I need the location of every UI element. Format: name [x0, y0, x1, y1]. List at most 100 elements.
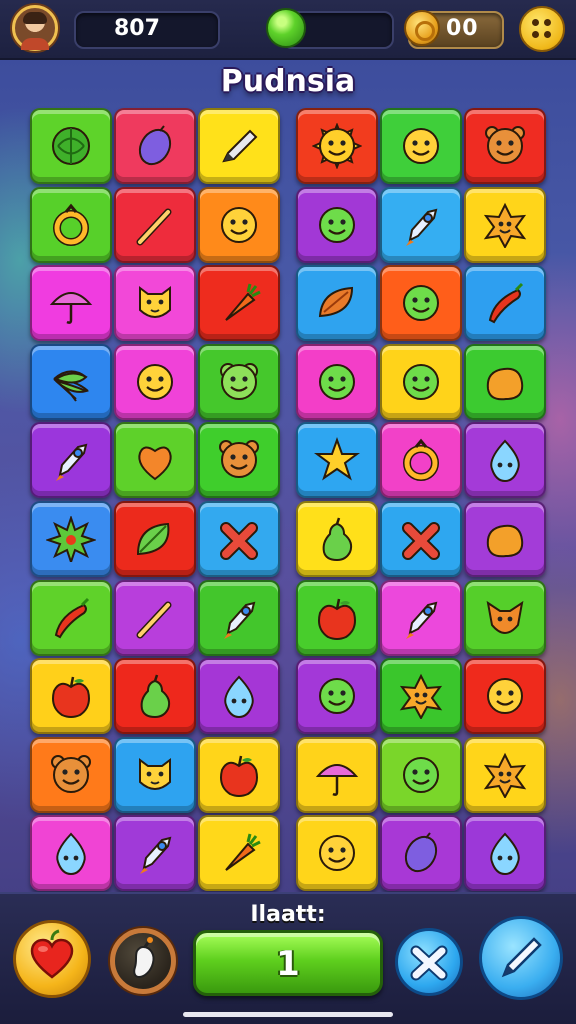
board-tile[interactable] [198, 815, 280, 891]
menu-dot-icon [532, 19, 539, 26]
ring-icon [46, 202, 96, 248]
board-tile[interactable] [464, 815, 546, 891]
moves-counter-button[interactable]: 1 [193, 930, 383, 996]
board-tile[interactable] [30, 580, 112, 656]
board-tile[interactable] [30, 658, 112, 734]
score-value: 807 [114, 16, 160, 41]
pencil-icon [501, 937, 542, 978]
board-tile[interactable] [114, 501, 196, 577]
board-tile[interactable] [296, 108, 378, 184]
board-tile[interactable] [380, 658, 462, 734]
cat-face-icon [130, 280, 180, 326]
board-tile[interactable] [464, 737, 546, 813]
board-tile[interactable] [114, 815, 196, 891]
board-tile[interactable] [296, 265, 378, 341]
board-tile[interactable] [114, 344, 196, 420]
board-tile[interactable] [380, 737, 462, 813]
board-tile[interactable] [380, 265, 462, 341]
board-tile[interactable] [198, 501, 280, 577]
ring-icon [396, 437, 446, 483]
board-tile[interactable] [30, 422, 112, 498]
drop-face-icon [214, 673, 264, 719]
coin-icon [404, 10, 440, 46]
menu-button[interactable] [519, 6, 565, 52]
board-tile[interactable] [30, 344, 112, 420]
smiley-icon [312, 830, 362, 876]
board-tile[interactable] [296, 737, 378, 813]
melon-icon [46, 123, 96, 169]
board-tile[interactable] [114, 422, 196, 498]
board-tile[interactable] [114, 187, 196, 263]
board-tile[interactable] [464, 501, 546, 577]
menu-dot-icon [544, 31, 551, 38]
star-face-icon [480, 202, 530, 248]
moves-count: 1 [276, 944, 300, 984]
board-tile[interactable] [114, 108, 196, 184]
board-tile[interactable] [296, 580, 378, 656]
umbrella-icon [312, 752, 362, 798]
board-tile[interactable] [380, 501, 462, 577]
player-avatar[interactable] [12, 5, 58, 51]
blob-face-icon [396, 280, 446, 326]
bear-icon [214, 437, 264, 483]
board-tile[interactable] [30, 108, 112, 184]
board-tile[interactable] [198, 580, 280, 656]
board-tile[interactable] [296, 344, 378, 420]
board-tile[interactable] [296, 658, 378, 734]
chili-icon [46, 595, 96, 641]
heart-booster-button[interactable] [13, 920, 91, 998]
board-tile[interactable] [198, 187, 280, 263]
green-orb-icon [266, 8, 306, 48]
board-tile[interactable] [380, 422, 462, 498]
cross-icon [396, 516, 446, 562]
board-tile[interactable] [198, 737, 280, 813]
carrot-icon [214, 280, 264, 326]
board-tile[interactable] [464, 344, 546, 420]
board-tile[interactable] [296, 422, 378, 498]
leaf-pod-icon [312, 280, 362, 326]
board-tile[interactable] [30, 265, 112, 341]
leaf-icon [130, 516, 180, 562]
board-tile[interactable] [30, 187, 112, 263]
board-tile[interactable] [464, 422, 546, 498]
board-tile[interactable] [30, 501, 112, 577]
board-tile[interactable] [464, 108, 546, 184]
rocket-icon [46, 437, 96, 483]
board-tile[interactable] [198, 344, 280, 420]
board-tile[interactable] [30, 815, 112, 891]
rocket-icon [396, 202, 446, 248]
board-tile[interactable] [296, 815, 378, 891]
board-tile[interactable] [198, 108, 280, 184]
board-tile[interactable] [198, 265, 280, 341]
rocket-icon [214, 595, 264, 641]
bomb-booster-button[interactable] [110, 928, 176, 994]
board-tile[interactable] [464, 187, 546, 263]
board-tile[interactable] [296, 501, 378, 577]
board-tile[interactable] [464, 265, 546, 341]
cross-booster-button[interactable] [395, 928, 463, 996]
star-face-icon [480, 752, 530, 798]
board-tile[interactable] [380, 108, 462, 184]
board-tile[interactable] [114, 265, 196, 341]
board-tile[interactable] [380, 580, 462, 656]
bear-icon [480, 123, 530, 169]
apple-icon [214, 752, 264, 798]
board-tile[interactable] [380, 815, 462, 891]
board-tile[interactable] [114, 737, 196, 813]
pencil-booster-button[interactable] [479, 916, 563, 1000]
board-tile[interactable] [380, 344, 462, 420]
board-tile[interactable] [464, 658, 546, 734]
home-indicator [183, 1012, 393, 1017]
board-tile[interactable] [114, 580, 196, 656]
pear-icon [130, 673, 180, 719]
board-tile[interactable] [114, 658, 196, 734]
board-tile[interactable] [296, 187, 378, 263]
heart-icon [130, 437, 180, 483]
board-tile[interactable] [464, 580, 546, 656]
board-tile[interactable] [198, 422, 280, 498]
board-tile[interactable] [30, 737, 112, 813]
wand-icon [130, 595, 180, 641]
board-tile[interactable] [198, 658, 280, 734]
board-tile[interactable] [380, 187, 462, 263]
blob-face-icon [312, 673, 362, 719]
